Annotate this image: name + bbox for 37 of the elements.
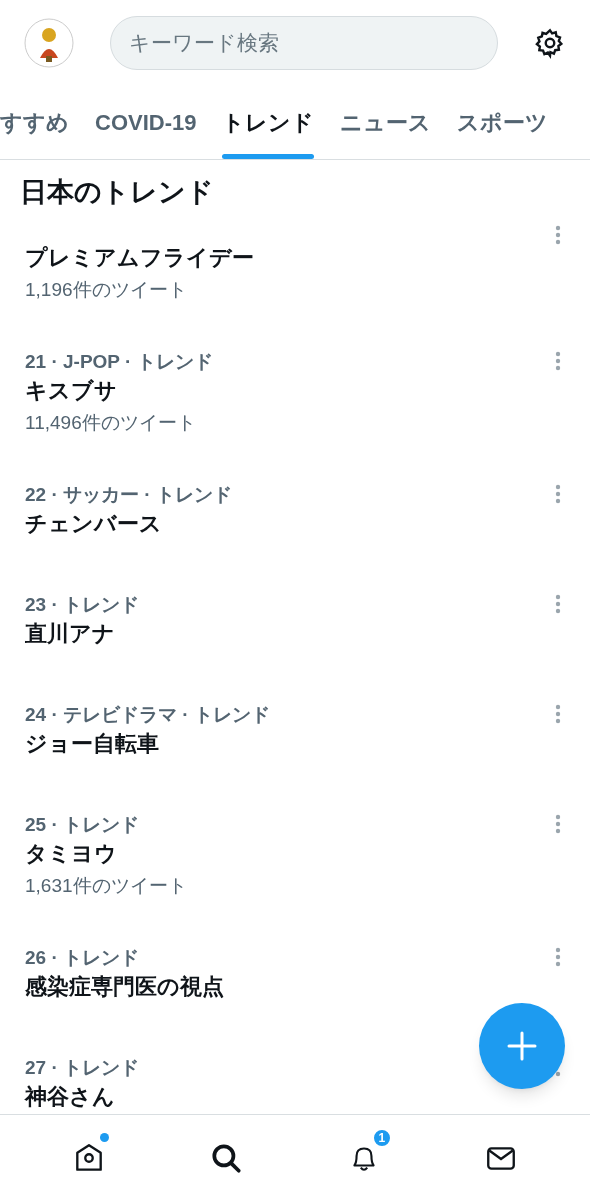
more-icon[interactable] <box>555 1071 561 1077</box>
plus-icon <box>507 1031 537 1061</box>
more-icon[interactable] <box>555 225 561 245</box>
trend-meta: 23 · トレンド <box>25 593 140 617</box>
trend-title[interactable]: プレミアムフライデー <box>25 241 254 274</box>
tweet-count: 1,631件のツイート <box>25 874 187 898</box>
notification-badge: 1 <box>371 1127 392 1148</box>
tab[interactable]: トレンド <box>222 85 315 159</box>
trend-title[interactable]: 感染症専門医の視点 <box>25 970 224 1003</box>
settings-icon[interactable] <box>534 26 566 59</box>
trend-title[interactable]: ジョー自転車 <box>25 727 159 760</box>
trend-title[interactable]: 神谷さん <box>25 1080 115 1113</box>
trend-meta: 25 · トレンド <box>25 813 140 837</box>
tweet-count: 1,196件のツイート <box>25 278 187 302</box>
trend-title[interactable]: チェンバース <box>25 507 162 540</box>
avatar-icon[interactable] <box>24 17 74 68</box>
tweet-count: 11,496件のツイート <box>25 411 196 435</box>
search-field[interactable]: キーワード検索 <box>110 15 498 70</box>
more-icon[interactable] <box>555 947 561 967</box>
tab[interactable]: COVID-19 <box>95 85 197 159</box>
more-icon[interactable] <box>555 484 561 504</box>
more-icon[interactable] <box>555 594 561 614</box>
trend-meta: 22 · サッカー · トレンド <box>25 483 232 507</box>
tab[interactable]: ニュース <box>340 85 432 159</box>
trend-title[interactable]: タミヨウ <box>25 837 117 870</box>
tab[interactable]: すすめ <box>0 85 69 159</box>
trend-meta: 27 · トレンド <box>25 1056 140 1080</box>
trend-title[interactable]: キスブサ <box>25 374 117 407</box>
more-icon[interactable] <box>555 704 561 724</box>
more-icon[interactable] <box>555 351 561 371</box>
more-icon[interactable] <box>555 814 561 834</box>
section-title: 日本のトレンド <box>20 176 214 210</box>
trend-meta: 21 · J-POP · トレンド <box>25 350 213 374</box>
tab[interactable]: スポーツ <box>457 85 549 159</box>
trend-title[interactable]: 直川アナ <box>25 617 115 650</box>
trend-meta: 24 · テレビドラマ · トレンド <box>25 703 270 727</box>
trend-meta: 26 · トレンド <box>25 946 140 970</box>
